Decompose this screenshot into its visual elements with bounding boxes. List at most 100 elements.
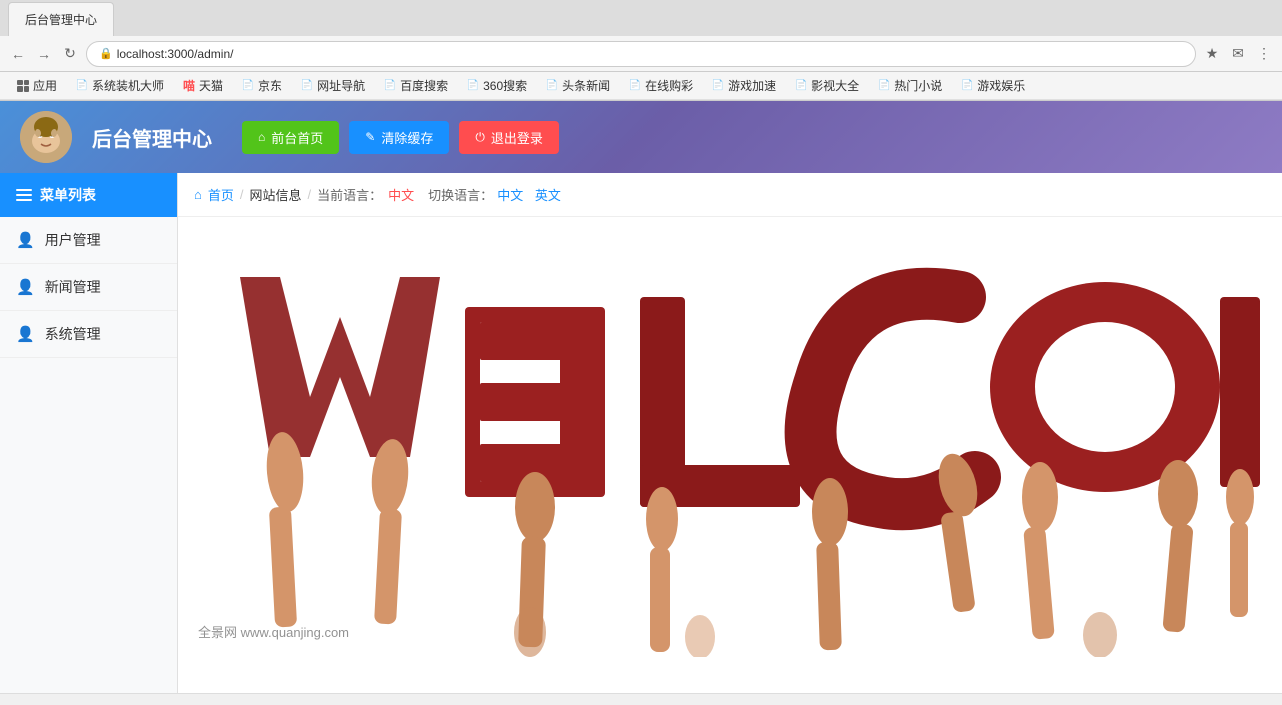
doc-icon-6: 📄 (466, 79, 480, 93)
welcome-area: 全景网 www.quanjing.com (178, 217, 1282, 657)
welcome-image: 全景网 www.quanjing.com (178, 217, 1282, 657)
bookmark-360[interactable]: 📄 360搜索 (458, 74, 535, 97)
breadcrumb-home-link[interactable]: 首页 (208, 185, 234, 204)
bookmark-toutiao[interactable]: 📄 头条新闻 (537, 74, 618, 97)
sidebar-item-news[interactable]: 👤 新闻管理 (0, 264, 177, 311)
bookmark-button[interactable]: ✉ (1228, 44, 1248, 64)
doc-icon-5: 📄 (383, 79, 397, 93)
lang-en-button[interactable]: 英文 (535, 185, 561, 204)
refresh-button[interactable]: ↻ (60, 44, 80, 64)
scrollbar-area[interactable] (0, 693, 1282, 705)
clear-cache-label: 清除缓存 (381, 128, 433, 147)
bookmark-novel[interactable]: 📄 热门小说 (869, 74, 950, 97)
bookmark-tmall[interactable]: 喵 天猫 (174, 74, 231, 97)
doc-icon-3: 📄 (241, 79, 255, 93)
browser-tabs: 后台管理中心 (0, 0, 1282, 36)
user-icon-3: 👤 (16, 325, 35, 343)
bookmark-lottery[interactable]: 📄 在线购彩 (620, 74, 701, 97)
apps-icon (16, 79, 30, 93)
bookmark-video[interactable]: 📄 影视大全 (786, 74, 867, 97)
forward-button[interactable]: → (34, 44, 54, 64)
user-icon-2: 👤 (16, 278, 35, 296)
user-icon-1: 👤 (16, 231, 35, 249)
logo-avatar (20, 111, 72, 163)
bookmark-game-accel-label: 游戏加速 (728, 77, 776, 94)
bookmark-jd[interactable]: 📄 京东 (233, 74, 290, 97)
bookmark-baidu[interactable]: 📄 百度搜索 (375, 74, 456, 97)
url-text: localhost:3000/admin/ (117, 47, 234, 61)
frontend-button[interactable]: ⌂ 前台首页 (242, 121, 339, 154)
bookmark-video-label: 影视大全 (811, 77, 859, 94)
bookmark-apps-label: 应用 (33, 77, 57, 94)
star-button[interactable]: ★ (1202, 44, 1222, 64)
content-area: ⌂ 首页 / 网站信息 / 当前语言： 中文 切换语言： 中文 英文 (178, 173, 1282, 693)
breadcrumb-home-icon: ⌂ (194, 187, 202, 202)
bookmarks-bar: 应用 📄 系统装机大师 喵 天猫 📄 京东 📄 网址导航 📄 百度搜索 📄 36… (0, 72, 1282, 100)
power-icon: ⏻ (475, 130, 485, 145)
main-layout: 菜单列表 👤 用户管理 👤 新闻管理 👤 系统管理 ⌂ 首页 / 网站信息 / (0, 173, 1282, 693)
menu-button[interactable]: ⋮ (1254, 44, 1274, 64)
sidebar: 菜单列表 👤 用户管理 👤 新闻管理 👤 系统管理 (0, 173, 178, 693)
bookmark-nav-label: 网址导航 (317, 77, 365, 94)
bookmark-sysmaster-label: 系统装机大师 (92, 77, 164, 94)
doc-icon-9: 📄 (711, 79, 725, 93)
doc-icon-7: 📄 (545, 79, 559, 93)
bookmark-baidu-label: 百度搜索 (400, 77, 448, 94)
doc-icon-4: 📄 (300, 79, 314, 93)
logout-button[interactable]: ⏻ 退出登录 (459, 121, 559, 154)
bookmark-game-accel[interactable]: 📄 游戏加速 (703, 74, 784, 97)
doc-icon-8: 📄 (628, 79, 642, 93)
sidebar-item-users[interactable]: 👤 用户管理 (0, 217, 177, 264)
sidebar-title: 菜单列表 (40, 185, 96, 205)
bookmark-sysmaster[interactable]: 📄 系统装机大师 (67, 74, 172, 97)
doc-icon-10: 📄 (794, 79, 808, 93)
back-button[interactable]: ← (8, 44, 28, 64)
doc-icon-1: 📄 (75, 79, 89, 93)
menu-icon (16, 189, 32, 201)
lock-icon: 🔒 (99, 47, 113, 60)
bookmark-game-ent[interactable]: 📄 游戏娱乐 (952, 74, 1033, 97)
app-logo (20, 111, 72, 163)
bookmark-nav[interactable]: 📄 网址导航 (292, 74, 373, 97)
bookmark-jd-label: 京东 (258, 77, 282, 94)
header-buttons: ⌂ 前台首页 ✎ 清除缓存 ⏻ 退出登录 (242, 121, 559, 154)
sidebar-menu: 👤 用户管理 👤 新闻管理 👤 系统管理 (0, 217, 177, 358)
app-title: 后台管理中心 (92, 123, 212, 152)
doc-icon-12: 📄 (960, 79, 974, 93)
breadcrumb-sep-2: / (308, 187, 312, 202)
lang-switch-label: 切换语言： (428, 185, 493, 204)
sidebar-item-users-label: 用户管理 (45, 230, 101, 250)
bookmark-novel-label: 热门小说 (894, 77, 942, 94)
watermark: 全景网 www.quanjing.com (198, 622, 349, 641)
doc-icon-2: 喵 (182, 79, 196, 93)
breadcrumb-sep-1: / (240, 187, 244, 202)
doc-icon-11: 📄 (877, 79, 891, 93)
bookmark-lottery-label: 在线购彩 (645, 77, 693, 94)
bookmark-toutiao-label: 头条新闻 (562, 77, 610, 94)
lang-zh-button[interactable]: 中文 (497, 185, 523, 204)
sidebar-item-system[interactable]: 👤 系统管理 (0, 311, 177, 358)
breadcrumb: ⌂ 首页 / 网站信息 / 当前语言： 中文 切换语言： 中文 英文 (178, 173, 1282, 217)
bookmark-apps[interactable]: 应用 (8, 74, 65, 97)
browser-chrome: 后台管理中心 ← → ↻ 🔒 localhost:3000/admin/ ★ ✉… (0, 0, 1282, 101)
app-header: 后台管理中心 ⌂ 前台首页 ✎ 清除缓存 ⏻ 退出登录 (0, 101, 1282, 173)
breadcrumb-lang-label: 当前语言： (317, 185, 382, 204)
welcome-svg (200, 217, 1260, 657)
browser-toolbar: ← → ↻ 🔒 localhost:3000/admin/ ★ ✉ ⋮ (0, 36, 1282, 72)
logout-label: 退出登录 (491, 128, 543, 147)
edit-icon: ✎ (365, 130, 375, 144)
sidebar-item-system-label: 系统管理 (45, 324, 101, 344)
bookmark-game-ent-label: 游戏娱乐 (977, 77, 1025, 94)
current-lang: 中文 (388, 185, 414, 204)
frontend-button-label: 前台首页 (271, 128, 323, 147)
lang-switch: 切换语言： 中文 英文 (428, 185, 561, 204)
clear-cache-button[interactable]: ✎ 清除缓存 (349, 121, 449, 154)
lang-switch-sep (527, 187, 531, 202)
sidebar-header: 菜单列表 (0, 173, 177, 217)
browser-tab-active[interactable]: 后台管理中心 (8, 2, 114, 36)
breadcrumb-page: 网站信息 (250, 185, 302, 204)
sidebar-item-news-label: 新闻管理 (45, 277, 101, 297)
address-bar[interactable]: 🔒 localhost:3000/admin/ (86, 41, 1196, 67)
home-icon: ⌂ (258, 130, 265, 144)
bookmark-tmall-label: 天猫 (199, 77, 223, 94)
